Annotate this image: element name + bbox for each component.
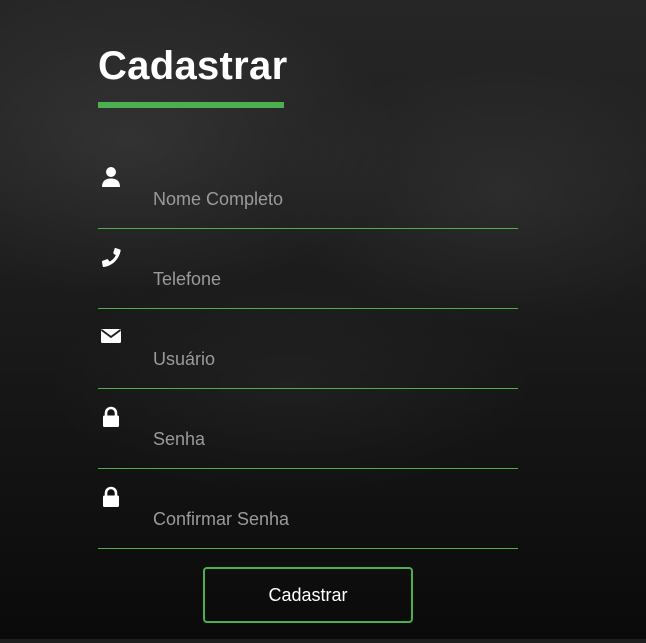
page-title: Cadastrar [98,44,288,88]
password-input[interactable] [153,425,513,453]
confirm-password-input[interactable] [153,505,513,533]
username-input[interactable] [153,345,513,373]
user-icon [102,167,120,187]
submit-row: Cadastrar [98,567,518,623]
form-fields [98,149,518,549]
username-field-row [98,309,518,389]
lock-icon [103,486,119,507]
phone-icon [101,247,121,267]
title-underline [98,102,284,108]
envelope-icon [100,329,122,343]
full-name-field-row [98,149,518,229]
bottom-bar [0,639,646,643]
confirm-password-field-row [98,469,518,549]
password-field-row [98,389,518,469]
full-name-input[interactable] [153,185,513,213]
register-button[interactable]: Cadastrar [203,567,413,623]
phone-field-row [98,229,518,309]
phone-input[interactable] [153,265,513,293]
lock-icon [103,406,119,427]
register-form: Cadastrar Nome Completo Telefone Usuário… [98,40,518,623]
